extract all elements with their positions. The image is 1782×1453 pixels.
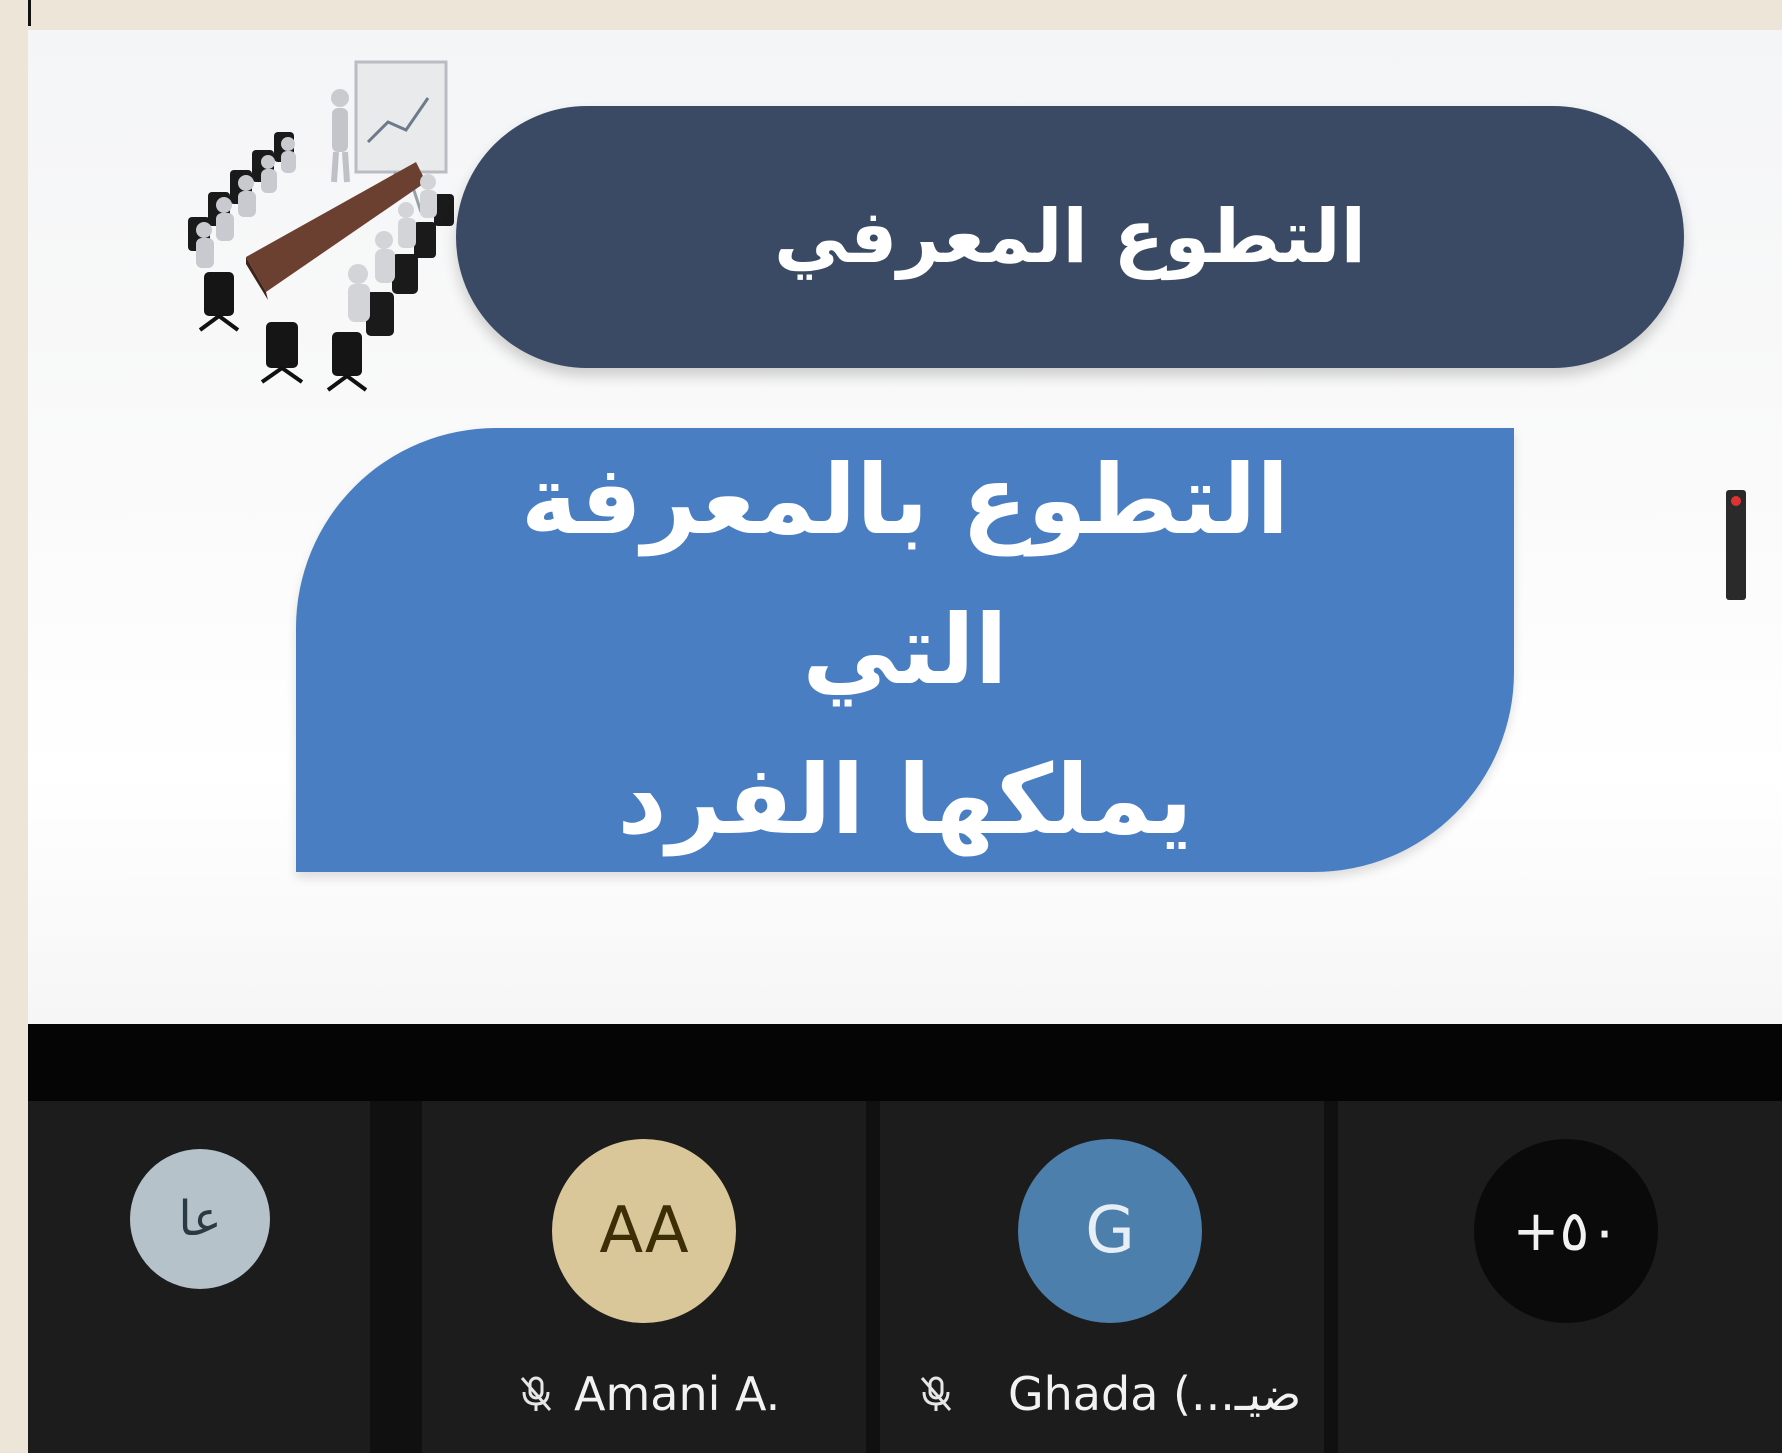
definition-line-2: يملكها الفرد xyxy=(617,744,1193,856)
meeting-room-illustration xyxy=(188,60,454,392)
mic-off-icon xyxy=(520,1376,552,1411)
avatar: G xyxy=(1018,1139,1202,1323)
more-participants-badge[interactable]: +٥٠ xyxy=(1474,1139,1658,1323)
participant-name: Ghada (...ضيـ xyxy=(1008,1367,1302,1421)
slide-definition-card: التطوع بالمعرفة التي يملكها الفرد xyxy=(296,428,1514,872)
participant-tile[interactable]: AA Amani A. xyxy=(422,1101,866,1453)
slide-definition-text: التطوع بالمعرفة التي يملكها الفرد xyxy=(455,425,1355,875)
avatar: AA xyxy=(552,1139,736,1323)
more-participants-count: +٥٠ xyxy=(1512,1198,1620,1264)
participant-tile[interactable]: G Ghada (...ضيـ xyxy=(880,1101,1324,1453)
stage-separator-band xyxy=(28,1024,1782,1101)
participant-name-row: Amani A. xyxy=(516,1359,780,1429)
avatar-initials: عا xyxy=(178,1191,222,1247)
participant-strip: عا AA Amani A. G Ghada (...ضيـ +٥٠ xyxy=(28,1101,1782,1453)
mic-off-icon xyxy=(920,1376,952,1411)
avatar-initials: G xyxy=(1085,1194,1135,1268)
participant-tile[interactable]: عا xyxy=(28,1101,370,1453)
participant-name-row: Ghada (...ضيـ xyxy=(916,1359,1301,1429)
slide-title: التطوع المعرفي xyxy=(773,194,1367,280)
window-left-gutter xyxy=(0,0,28,1453)
text-cursor xyxy=(28,0,31,26)
avatar: عا xyxy=(130,1149,270,1289)
participant-name: Amani A. xyxy=(574,1367,781,1421)
slide-title-banner: التطوع المعرفي xyxy=(456,106,1684,368)
participant-tile-overflow[interactable]: +٥٠ xyxy=(1338,1101,1782,1453)
definition-line-1: التطوع بالمعرفة التي xyxy=(520,444,1290,706)
recording-indicator xyxy=(1726,490,1746,600)
avatar-initials: AA xyxy=(599,1194,689,1268)
recording-dot-icon xyxy=(1731,496,1741,506)
shared-screen-slide: التطوع المعرفي التطوع بالمعرفة التي يملك… xyxy=(28,30,1782,1024)
window-top-strip xyxy=(0,0,1782,30)
